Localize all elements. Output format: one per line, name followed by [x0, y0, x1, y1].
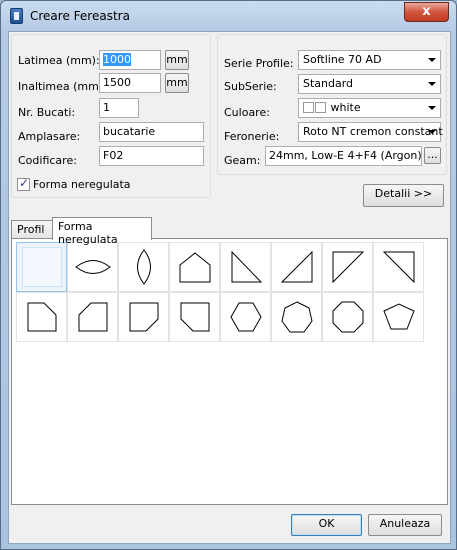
bucati-label: Nr. Bucati: — [18, 106, 76, 119]
shape-pentagon-inverted[interactable] — [373, 292, 424, 342]
serie-label: Serie Profile: — [224, 57, 294, 70]
octagon-icon — [332, 301, 363, 333]
color-swatch-icon — [303, 102, 314, 113]
subserie-label: SubSerie: — [224, 80, 277, 93]
geam-label: Geam: — [224, 154, 261, 167]
serie-select[interactable]: Softline 70 AD — [298, 50, 441, 70]
close-button[interactable]: x — [404, 2, 449, 22]
amplasare-input[interactable]: bucatarie — [99, 122, 204, 142]
shape-cut-bottom-right[interactable] — [118, 292, 169, 342]
forma-neregulata-label: Forma neregulata — [33, 178, 131, 191]
shape-ellipse-horizontal[interactable] — [67, 242, 118, 292]
cut-corner-icon — [129, 302, 158, 332]
inaltimea-label: Inaltimea (mm): — [18, 80, 107, 93]
right-triangle-icon — [231, 250, 262, 283]
codificare-label: Codificare: — [18, 154, 77, 167]
dimensions-group: Latimea (mm): 1000 mm Inaltimea (mm): 15… — [11, 34, 211, 198]
shape-triangle-top-right[interactable] — [373, 242, 424, 292]
dialog-client: Latimea (mm): 1000 mm Inaltimea (mm): 15… — [8, 31, 451, 544]
culoare-label: Culoare: — [224, 106, 270, 119]
tab-strip: Profil Forma neregulata — [11, 217, 451, 246]
window-title: Creare Fereastra — [30, 9, 130, 23]
chevron-down-icon — [428, 130, 436, 134]
geam-input[interactable]: 24mm, Low-E 4+F4 (Argon) — [265, 146, 422, 166]
color-swatch-icon — [315, 102, 326, 113]
house-pentagon-icon — [179, 252, 210, 283]
shape-blank[interactable] — [16, 242, 67, 292]
inaltimea-input[interactable]: 1500 — [99, 73, 161, 93]
app-icon — [10, 8, 23, 24]
codificare-input[interactable]: F02 — [99, 146, 204, 166]
shape-cut-top-right[interactable] — [16, 292, 67, 342]
chevron-down-icon — [428, 82, 436, 86]
profile-group: Serie Profile: Softline 70 AD SubSerie: … — [217, 34, 447, 175]
lens-vertical-icon — [136, 249, 151, 285]
shape-triangle-top-left[interactable] — [322, 242, 373, 292]
selection-highlight — [21, 247, 62, 287]
latimea-input[interactable]: 1000 — [99, 50, 161, 70]
shape-ellipse-vertical[interactable] — [118, 242, 169, 292]
hexagon-icon — [229, 302, 262, 332]
details-button[interactable]: Detalii >> — [363, 184, 444, 207]
shape-cut-top-left[interactable] — [67, 292, 118, 342]
shape-heptagon[interactable] — [271, 292, 322, 342]
latimea-unit-button[interactable]: mm — [165, 50, 189, 70]
dialog-window: Creare Fereastra x Latimea (mm): 1000 mm… — [0, 0, 457, 550]
tab-panel-forma — [11, 238, 448, 505]
cut-corner-icon — [78, 302, 107, 332]
inaltimea-unit-button[interactable]: mm — [165, 73, 189, 93]
chevron-down-icon — [428, 106, 436, 110]
shape-triangle-bottom-left[interactable] — [220, 242, 271, 292]
cancel-button[interactable]: Anuleaza — [368, 514, 442, 536]
cut-corner-icon — [180, 302, 209, 332]
shape-pentagon-house[interactable] — [169, 242, 220, 292]
lens-horizontal-icon — [74, 260, 111, 274]
right-triangle-icon — [382, 251, 414, 284]
culoare-select[interactable]: white — [298, 98, 441, 118]
shape-hexagon[interactable] — [220, 292, 271, 342]
title-bar[interactable]: Creare Fereastra x — [1, 1, 456, 31]
feronerie-label: Feronerie: — [224, 130, 280, 143]
forma-neregulata-checkbox[interactable] — [17, 176, 30, 191]
bucati-input[interactable]: 1 — [99, 98, 139, 118]
right-triangle-icon — [332, 251, 364, 284]
subserie-select[interactable]: Standard — [298, 74, 441, 94]
feronerie-select[interactable]: Roto NT cremon constant — [298, 122, 443, 142]
shape-octagon[interactable] — [322, 292, 373, 342]
pentagon-inverted-icon — [382, 303, 415, 330]
tab-forma-neregulata[interactable]: Forma neregulata — [52, 217, 152, 246]
geam-browse-button[interactable]: ... — [424, 147, 441, 164]
shape-triangle-bottom-right[interactable] — [271, 242, 322, 292]
heptagon-icon — [280, 301, 313, 333]
tab-profil[interactable]: Profil — [11, 220, 53, 239]
ok-button[interactable]: OK — [291, 514, 362, 536]
amplasare-label: Amplasare: — [18, 130, 81, 143]
right-triangle-icon — [280, 250, 312, 283]
chevron-down-icon — [428, 58, 436, 62]
latimea-label: Latimea (mm): — [18, 54, 100, 67]
cut-corner-icon — [27, 302, 56, 332]
shape-cut-bottom-left[interactable] — [169, 292, 220, 342]
